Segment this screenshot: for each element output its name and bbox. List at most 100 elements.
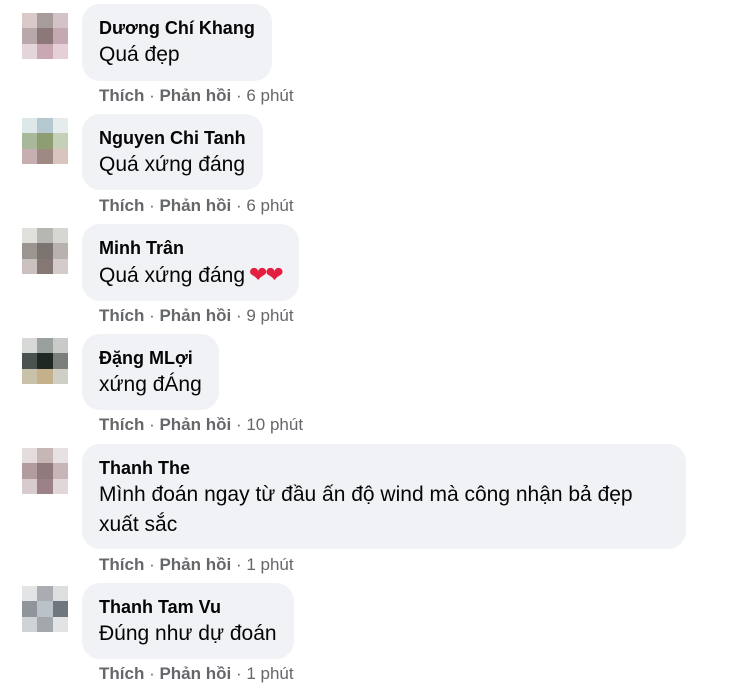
avatar[interactable]	[22, 228, 68, 274]
comment-text: xứng đÁng	[99, 373, 202, 396]
comment-author[interactable]: Thanh The	[99, 456, 669, 480]
comment-author[interactable]: Nguyen Chi Tanh	[99, 126, 246, 150]
comment-time[interactable]: 1 phút	[246, 664, 293, 683]
avatar-pixel	[52, 28, 68, 44]
comment-actions: Thích · Phản hồi · 6 phút	[99, 196, 294, 215]
comment-bubble: Dương Chí Khang Quá đẹp	[82, 4, 272, 81]
like-link[interactable]: Thích	[99, 664, 144, 683]
avatar-pixel	[22, 338, 38, 354]
comment-actions: Thích · Phản hồi · 1 phút	[99, 555, 294, 574]
reply-link[interactable]: Phản hồi	[159, 555, 231, 574]
comment-actions: Thích · Phản hồi · 9 phút	[99, 306, 294, 325]
avatar[interactable]	[22, 448, 68, 494]
avatar[interactable]	[22, 338, 68, 384]
avatar-pixel	[37, 148, 53, 164]
reply-link[interactable]: Phản hồi	[159, 196, 231, 215]
avatar-pixel	[22, 478, 38, 494]
avatar-pixel	[37, 448, 53, 464]
avatar-pixel	[37, 463, 53, 479]
reply-link[interactable]: Phản hồi	[159, 86, 231, 105]
avatar-pixel	[37, 243, 53, 259]
avatar-pixel	[37, 258, 53, 274]
avatar-pixel	[37, 28, 53, 44]
comment-author[interactable]: Minh Trân	[99, 236, 282, 260]
comment-time[interactable]: 6 phút	[246, 196, 293, 215]
avatar-pixel	[37, 478, 53, 494]
comment-bubble: Thanh The Mình đoán ngay từ đầu ấn độ wi…	[82, 444, 686, 549]
comment-time[interactable]: 6 phút	[246, 86, 293, 105]
avatar-pixel	[22, 13, 38, 29]
like-link[interactable]: Thích	[99, 415, 144, 434]
comment-actions: Thích · Phản hồi · 6 phút	[99, 86, 294, 105]
avatar-pixel	[52, 118, 68, 134]
avatar-pixel	[22, 368, 38, 384]
avatar-pixel	[22, 148, 38, 164]
comment-text: Quá xứng đáng	[99, 153, 245, 176]
avatar[interactable]	[22, 13, 68, 59]
comment-bubble: Đặng MLợi xứng đÁng	[82, 334, 219, 410]
avatar-pixel	[22, 228, 38, 244]
avatar-pixel	[37, 43, 53, 59]
avatar-pixel	[37, 616, 53, 632]
avatar-pixel	[22, 243, 38, 259]
avatar-pixel	[52, 243, 68, 259]
avatar-pixel	[22, 601, 38, 617]
avatar-pixel	[37, 118, 53, 134]
avatar-pixel	[37, 228, 53, 244]
avatar-pixel	[22, 353, 38, 369]
comment-time[interactable]: 9 phút	[246, 306, 293, 325]
avatar-pixel	[52, 353, 68, 369]
comment-text: Đúng như dự đoán	[99, 622, 277, 645]
comment-bubble: Nguyen Chi Tanh Quá xứng đáng	[82, 114, 263, 190]
avatar-pixel	[52, 228, 68, 244]
avatar-pixel	[37, 601, 53, 617]
avatar-pixel	[22, 43, 38, 59]
comment-text-body: Quá xứng đáng	[99, 264, 245, 287]
reply-link[interactable]: Phản hồi	[159, 415, 231, 434]
avatar[interactable]	[22, 118, 68, 164]
comment-text: Quá đẹp	[99, 43, 180, 66]
avatar-pixel	[37, 13, 53, 29]
avatar-pixel	[52, 43, 68, 59]
avatar-pixel	[52, 478, 68, 494]
reply-link[interactable]: Phản hồi	[159, 664, 231, 683]
avatar-pixel	[52, 368, 68, 384]
avatar[interactable]	[22, 586, 68, 632]
avatar-pixel	[22, 28, 38, 44]
avatar-pixel	[22, 133, 38, 149]
comment-actions: Thích · Phản hồi · 10 phút	[99, 415, 304, 434]
avatar-pixel	[22, 616, 38, 632]
avatar-pixel	[52, 258, 68, 274]
avatar-pixel	[52, 586, 68, 602]
avatar-pixel	[22, 118, 38, 134]
like-link[interactable]: Thích	[99, 306, 144, 325]
avatar-pixel	[37, 338, 53, 354]
avatar-pixel	[52, 338, 68, 354]
comment-actions: Thích · Phản hồi · 1 phút	[99, 664, 294, 683]
comment-time[interactable]: 1 phút	[246, 555, 293, 574]
like-link[interactable]: Thích	[99, 86, 144, 105]
avatar-pixel	[22, 448, 38, 464]
comment-bubble: Thanh Tam Vu Đúng như dự đoán	[82, 583, 294, 659]
avatar-pixel	[22, 463, 38, 479]
like-link[interactable]: Thích	[99, 196, 144, 215]
avatar-pixel	[37, 368, 53, 384]
avatar-pixel	[37, 133, 53, 149]
avatar-pixel	[22, 258, 38, 274]
like-link[interactable]: Thích	[99, 555, 144, 574]
avatar-pixel	[52, 601, 68, 617]
comment-time[interactable]: 10 phút	[246, 415, 303, 434]
comment-text: Mình đoán ngay từ đầu ấn độ wind mà công…	[99, 483, 633, 536]
reply-link[interactable]: Phản hồi	[159, 306, 231, 325]
avatar-pixel	[22, 586, 38, 602]
avatar-pixel	[52, 448, 68, 464]
comment-bubble: Minh Trân Quá xứng đáng ❤❤	[82, 224, 299, 301]
comment-author[interactable]: Dương Chí Khang	[99, 16, 255, 40]
heart-emoji: ❤❤	[249, 262, 284, 287]
avatar-pixel	[52, 463, 68, 479]
avatar-pixel	[52, 148, 68, 164]
comment-author[interactable]: Đặng MLợi	[99, 346, 202, 370]
avatar-pixel	[37, 586, 53, 602]
comment-author[interactable]: Thanh Tam Vu	[99, 595, 277, 619]
avatar-pixel	[52, 616, 68, 632]
